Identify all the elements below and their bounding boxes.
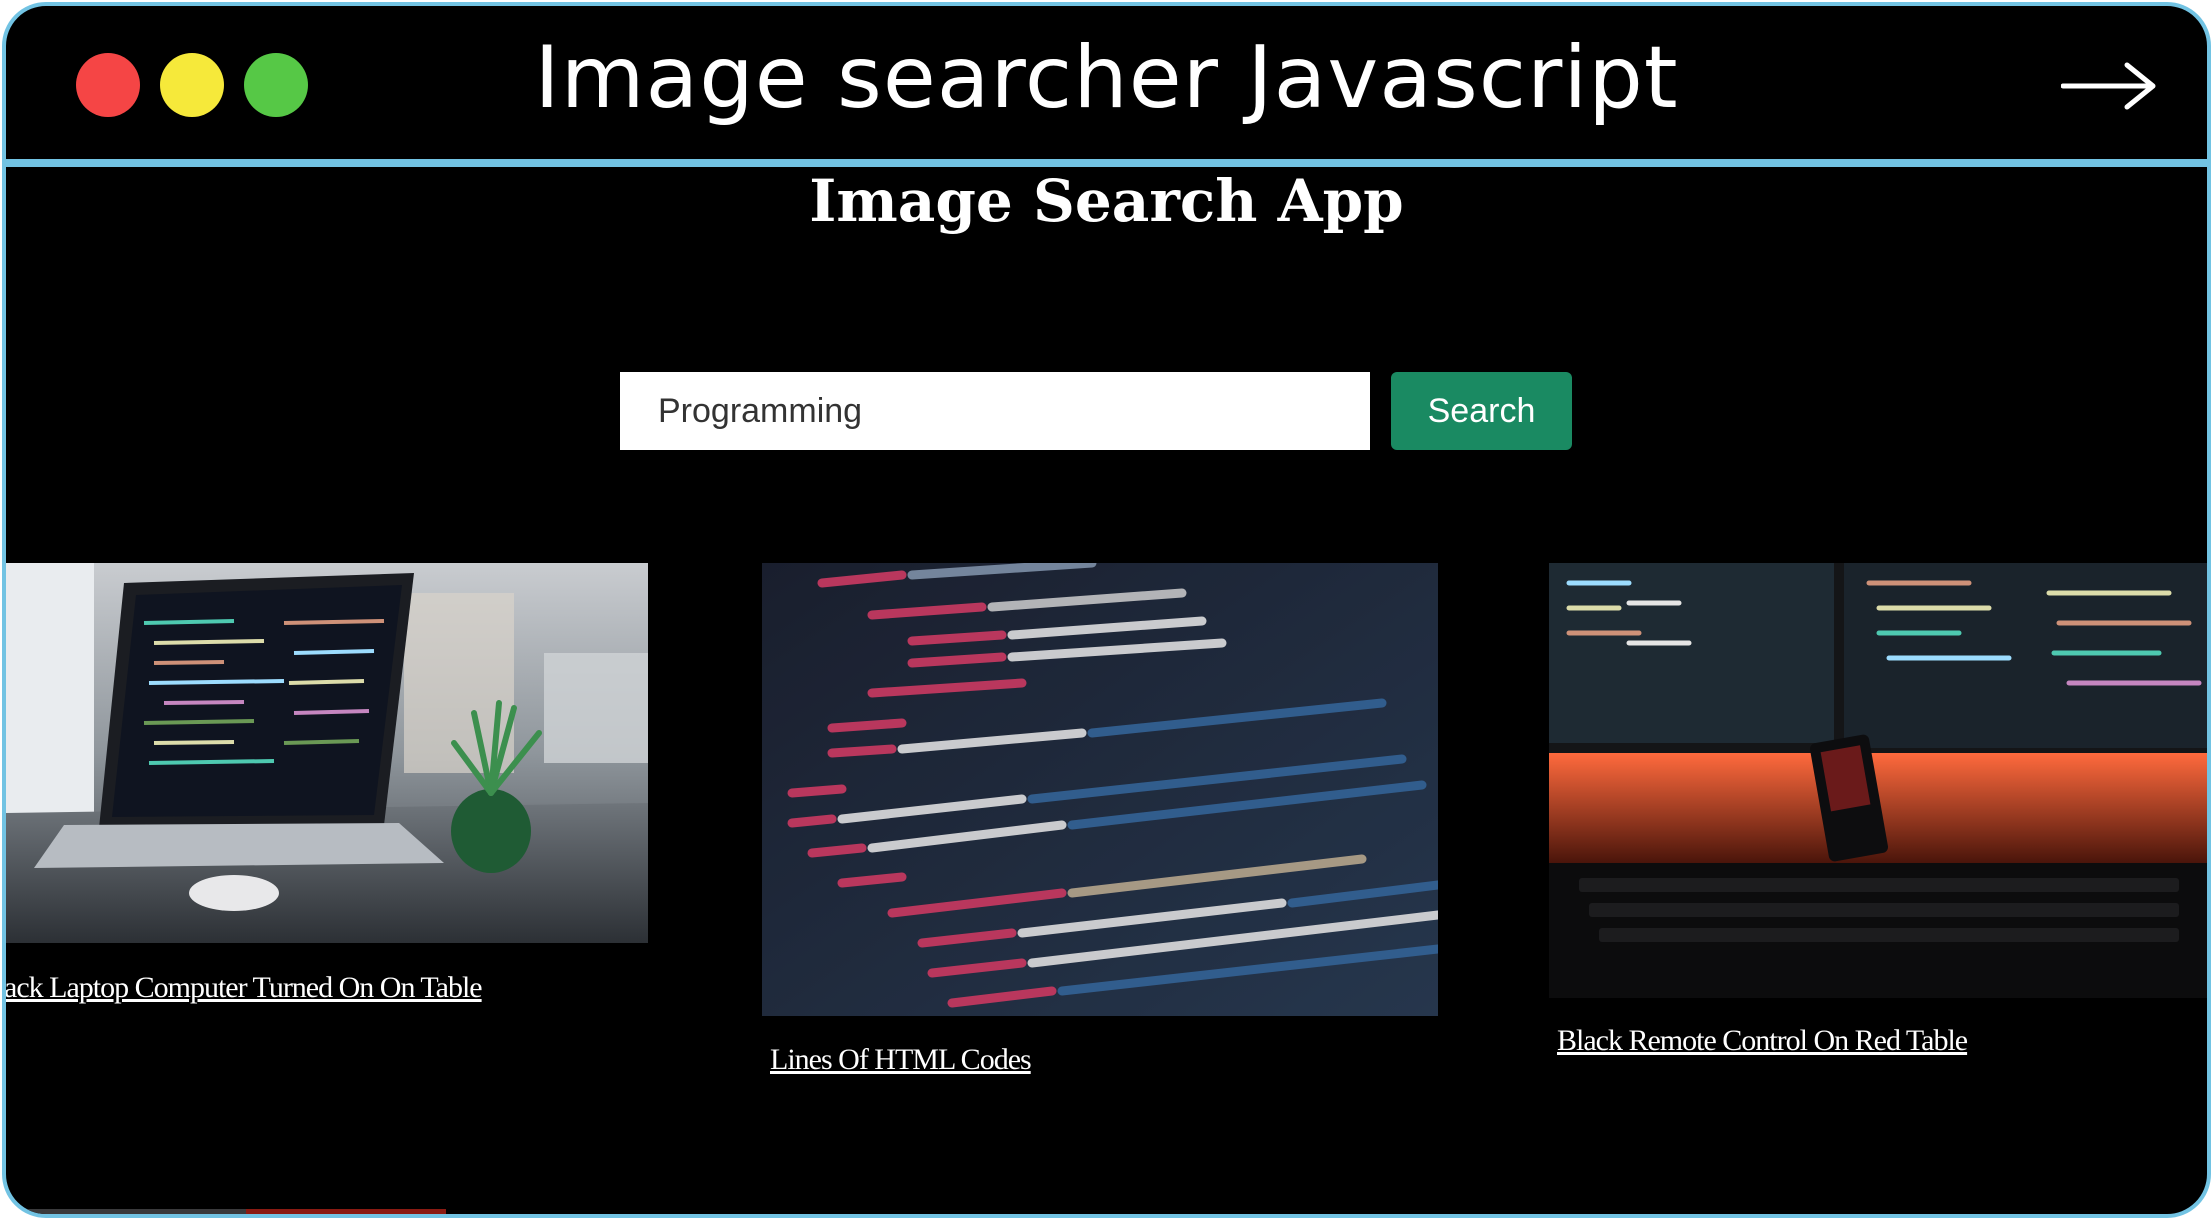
title-bar: Image searcher Javascript	[6, 6, 2207, 167]
arrow-right-icon[interactable]	[2061, 61, 2157, 111]
result-image-laptop[interactable]	[6, 563, 648, 943]
next-row-partial-image	[6, 1204, 646, 1214]
result-image-monitors[interactable]	[1549, 563, 2207, 998]
window-title: Image searcher Javascript	[534, 28, 1679, 128]
search-button[interactable]: Search	[1391, 372, 1572, 450]
result-caption-link[interactable]: Black Remote Control On Red Table	[1557, 1024, 1968, 1058]
result-caption-link[interactable]: Lines Of HTML Codes	[770, 1043, 1032, 1077]
result-caption-link[interactable]: ack Laptop Computer Turned On On Table	[6, 971, 483, 1005]
page-title: Image Search App	[809, 167, 1404, 235]
search-input[interactable]	[620, 372, 1370, 450]
result-image-html-code[interactable]	[762, 563, 1438, 1016]
browser-window: Image searcher Javascript Image Search A…	[2, 2, 2211, 1218]
app-content: Image Search App Search	[6, 167, 2207, 1214]
